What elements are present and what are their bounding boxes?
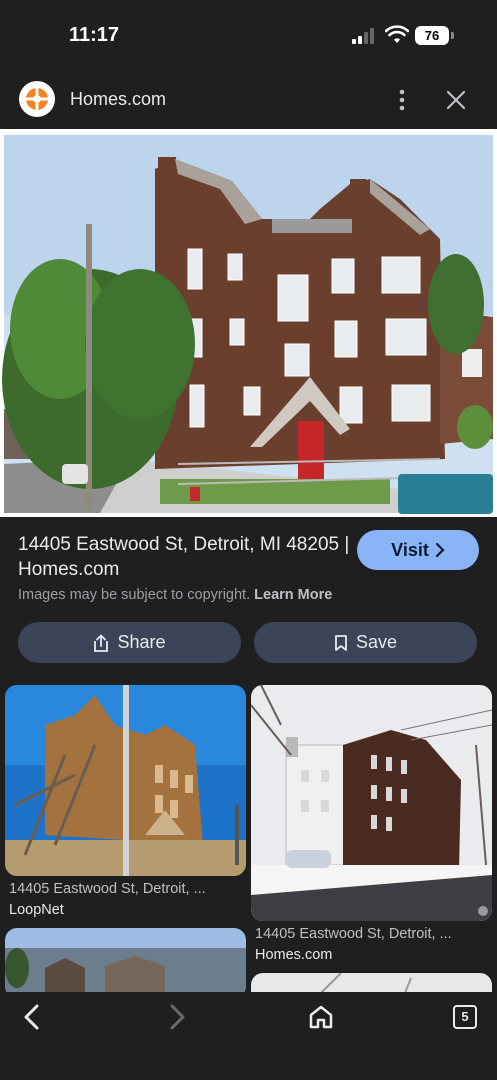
save-label: Save [355,632,398,652]
tabs-icon[interactable]: 5 [453,1005,477,1029]
battery-indicator: 76 [415,26,449,45]
source-header: Homes.com [0,72,497,128]
cellular-signal-icon [352,28,374,44]
homes-logo-icon[interactable] [19,81,55,117]
bottom-nav: 5 [0,992,497,1080]
close-icon[interactable] [444,88,468,112]
battery-tip [451,32,454,39]
related-site[interactable]: Homes.com [255,947,332,963]
related-caption[interactable]: 14405 Eastwood St, Detroit, ... [9,881,206,897]
learn-more-link[interactable]: Learn More [254,587,332,603]
back-icon[interactable] [20,1004,44,1030]
share-button[interactable]: Share [18,622,241,663]
bookmark-icon [335,634,347,651]
clock: 11:17 [69,24,120,46]
share-label: Share [117,632,166,652]
home-icon[interactable] [308,1004,334,1030]
related-image[interactable] [5,928,246,998]
related-caption[interactable]: 14405 Eastwood St, Detroit, ... [255,926,452,942]
wifi-icon [385,25,409,43]
related-site[interactable]: LoopNet [9,902,64,918]
visit-button[interactable]: Visit [357,530,479,570]
main-image[interactable] [0,129,497,517]
source-name[interactable]: Homes.com [70,89,166,110]
related-image[interactable] [251,685,492,921]
status-bar: 11:17 76 [0,0,497,72]
forward-icon[interactable] [165,1004,189,1030]
copyright-note: Images may be subject to copyright. Lear… [18,587,332,603]
related-image[interactable] [5,685,246,876]
share-icon [94,634,109,652]
copyright-text: Images may be subject to copyright. [18,587,251,603]
save-button[interactable]: Save [254,622,477,663]
more-vert-icon[interactable] [392,86,412,114]
result-title[interactable]: 14405 Eastwood St, Detroit, MI 48205 | H… [18,532,358,582]
visit-label: Visit [391,539,429,560]
chevron-right-icon [435,543,445,557]
